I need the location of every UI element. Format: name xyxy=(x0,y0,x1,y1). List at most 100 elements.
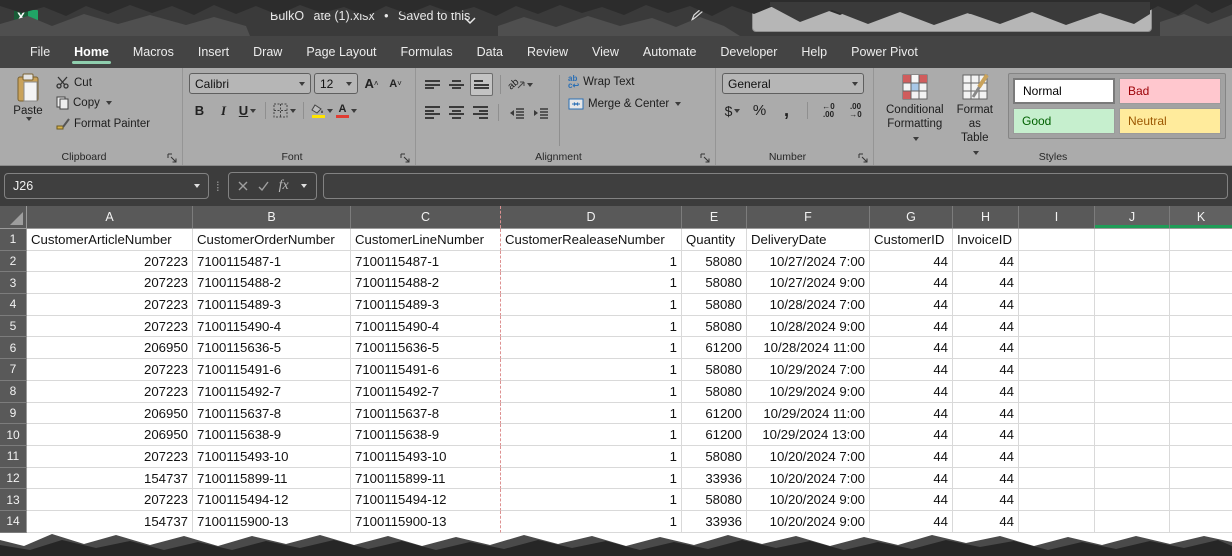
cell-E7[interactable]: 58080 xyxy=(682,359,747,381)
style-bad[interactable]: Bad xyxy=(1119,78,1221,104)
cell-D12[interactable]: 1 xyxy=(501,468,682,490)
cell-C7[interactable]: 7100115491-6 xyxy=(351,359,501,381)
cell-I2[interactable] xyxy=(1019,251,1095,273)
cell-K11[interactable] xyxy=(1170,446,1232,468)
cell-J4[interactable] xyxy=(1095,294,1170,316)
italic-button[interactable]: I xyxy=(213,100,234,121)
cell-E11[interactable]: 58080 xyxy=(682,446,747,468)
cell-E8[interactable]: 58080 xyxy=(682,381,747,403)
cell-B2[interactable]: 7100115487-1 xyxy=(193,251,351,273)
clipboard-dialog-launcher-icon[interactable] xyxy=(167,151,178,162)
cell-J7[interactable] xyxy=(1095,359,1170,381)
cell-A6[interactable]: 206950 xyxy=(27,337,193,359)
cell-A1[interactable]: CustomerArticleNumber xyxy=(27,229,193,251)
cell-D13[interactable]: 1 xyxy=(501,489,682,511)
cell-F11[interactable]: 10/20/2024 7:00 xyxy=(747,446,870,468)
cell-G9[interactable]: 44 xyxy=(870,403,953,425)
tab-insert[interactable]: Insert xyxy=(186,39,241,66)
cell-A14[interactable]: 154737 xyxy=(27,511,193,533)
cell-C9[interactable]: 7100115637-8 xyxy=(351,403,501,425)
insert-function-button[interactable]: fx xyxy=(279,178,289,194)
cell-E13[interactable]: 58080 xyxy=(682,489,747,511)
formula-input[interactable] xyxy=(323,173,1228,199)
cell-I3[interactable] xyxy=(1019,272,1095,294)
tab-review[interactable]: Review xyxy=(515,39,580,66)
style-neutral[interactable]: Neutral xyxy=(1119,108,1221,134)
cell-G1[interactable]: CustomerID xyxy=(870,229,953,251)
cell-H10[interactable]: 44 xyxy=(953,424,1019,446)
cell-A4[interactable]: 207223 xyxy=(27,294,193,316)
paste-button[interactable]: Paste xyxy=(6,73,50,121)
tab-page-layout[interactable]: Page Layout xyxy=(294,39,388,66)
cell-F13[interactable]: 10/20/2024 9:00 xyxy=(747,489,870,511)
row-header-12[interactable]: 12 xyxy=(0,468,27,490)
cell-F14[interactable]: 10/20/2024 9:00 xyxy=(747,511,870,533)
row-header-8[interactable]: 8 xyxy=(0,381,27,403)
cell-K9[interactable] xyxy=(1170,403,1232,425)
cell-F10[interactable]: 10/29/2024 13:00 xyxy=(747,424,870,446)
cell-G10[interactable]: 44 xyxy=(870,424,953,446)
wrap-text-button[interactable]: abc↩ Wrap Text xyxy=(568,75,681,89)
align-right-button[interactable] xyxy=(470,102,491,123)
title-chevron-down-icon[interactable] xyxy=(464,12,476,30)
cell-C13[interactable]: 7100115494-12 xyxy=(351,489,501,511)
cell-E6[interactable]: 61200 xyxy=(682,337,747,359)
borders-button[interactable] xyxy=(273,100,296,121)
cell-F3[interactable]: 10/27/2024 9:00 xyxy=(747,272,870,294)
cell-A7[interactable]: 207223 xyxy=(27,359,193,381)
cell-J8[interactable] xyxy=(1095,381,1170,403)
tab-file[interactable]: File xyxy=(18,39,62,66)
cell-C5[interactable]: 7100115490-4 xyxy=(351,316,501,338)
cell-K10[interactable] xyxy=(1170,424,1232,446)
cell-D10[interactable]: 1 xyxy=(501,424,682,446)
cell-C4[interactable]: 7100115489-3 xyxy=(351,294,501,316)
cell-F4[interactable]: 10/28/2024 7:00 xyxy=(747,294,870,316)
cell-I7[interactable] xyxy=(1019,359,1095,381)
column-header-H[interactable]: H xyxy=(953,206,1019,228)
cell-J2[interactable] xyxy=(1095,251,1170,273)
tab-developer[interactable]: Developer xyxy=(708,39,789,66)
cell-H1[interactable]: InvoiceID xyxy=(953,229,1019,251)
cell-F12[interactable]: 10/20/2024 7:00 xyxy=(747,468,870,490)
cell-G14[interactable]: 44 xyxy=(870,511,953,533)
cell-H2[interactable]: 44 xyxy=(953,251,1019,273)
cell-J11[interactable] xyxy=(1095,446,1170,468)
cell-E9[interactable]: 61200 xyxy=(682,403,747,425)
cancel-icon[interactable] xyxy=(238,181,248,191)
cell-K1[interactable] xyxy=(1170,229,1232,251)
search-box[interactable] xyxy=(752,6,1152,32)
percent-button[interactable]: % xyxy=(749,100,770,121)
cell-A5[interactable]: 207223 xyxy=(27,316,193,338)
font-dialog-launcher-icon[interactable] xyxy=(400,151,411,162)
tab-data[interactable]: Data xyxy=(465,39,515,66)
number-dialog-launcher-icon[interactable] xyxy=(858,151,869,162)
row-header-5[interactable]: 5 xyxy=(0,316,27,338)
tab-power-pivot[interactable]: Power Pivot xyxy=(839,39,930,66)
cell-F2[interactable]: 10/27/2024 7:00 xyxy=(747,251,870,273)
cell-K5[interactable] xyxy=(1170,316,1232,338)
cell-J14[interactable] xyxy=(1095,511,1170,533)
cell-A3[interactable]: 207223 xyxy=(27,272,193,294)
cell-G13[interactable]: 44 xyxy=(870,489,953,511)
enter-check-icon[interactable] xyxy=(258,181,269,191)
increase-indent-button[interactable] xyxy=(530,102,551,123)
cell-K3[interactable] xyxy=(1170,272,1232,294)
formula-bar-grip[interactable]: ⁞ xyxy=(216,179,221,194)
cell-I6[interactable] xyxy=(1019,337,1095,359)
name-box[interactable]: J26 xyxy=(4,173,209,199)
font-size-select[interactable]: 12 xyxy=(314,73,358,94)
cell-B1[interactable]: CustomerOrderNumber xyxy=(193,229,351,251)
cell-J12[interactable] xyxy=(1095,468,1170,490)
cell-B9[interactable]: 7100115637-8 xyxy=(193,403,351,425)
cell-A8[interactable]: 207223 xyxy=(27,381,193,403)
cell-J13[interactable] xyxy=(1095,489,1170,511)
cell-I12[interactable] xyxy=(1019,468,1095,490)
column-header-A[interactable]: A xyxy=(27,206,193,228)
cell-D4[interactable]: 1 xyxy=(501,294,682,316)
cell-A11[interactable]: 207223 xyxy=(27,446,193,468)
cell-C12[interactable]: 7100115899-11 xyxy=(351,468,501,490)
font-name-select[interactable]: Calibri xyxy=(189,73,311,94)
cell-G11[interactable]: 44 xyxy=(870,446,953,468)
cell-J1[interactable] xyxy=(1095,229,1170,251)
row-header-9[interactable]: 9 xyxy=(0,403,27,425)
